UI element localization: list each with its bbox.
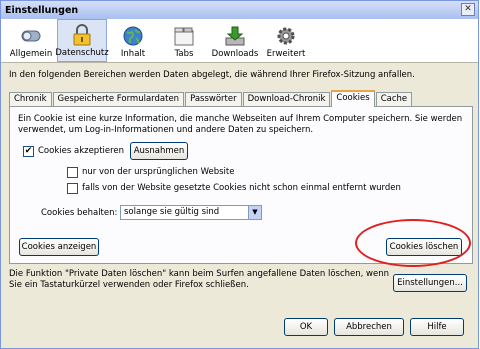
toolbar-label: Inhalt	[120, 49, 146, 59]
toolbar-item-inhalt[interactable]: Inhalt	[108, 19, 158, 62]
tab-passwoerter[interactable]: Passwörter	[185, 92, 242, 107]
private-data-settings-button[interactable]: Einstellungen...	[393, 274, 467, 292]
private-data-text: Die Funktion "Private Daten löschen" kan…	[9, 269, 390, 290]
help-button[interactable]: Hilfe	[410, 318, 464, 336]
unless-removed-checkbox[interactable]	[67, 183, 78, 194]
toolbar-label: Downloads	[211, 49, 259, 59]
keep-cookies-select[interactable]: solange sie gültig sind ▼	[120, 205, 262, 220]
toolbar-item-erweitert[interactable]: Erweitert	[261, 19, 311, 62]
keep-cookies-label: Cookies behalten:	[41, 208, 118, 218]
globe-icon	[123, 26, 143, 46]
tab-formulardaten[interactable]: Gespeicherte Formulardaten	[52, 92, 185, 107]
chevron-down-icon[interactable]: ▼	[248, 206, 261, 219]
show-cookies-button[interactable]: Cookies anzeigen	[19, 238, 99, 256]
toolbar-label: Tabs	[174, 49, 194, 59]
toolbar-item-datenschutz[interactable]: Datenschutz	[55, 19, 109, 62]
highlight-annotation-ring	[355, 219, 471, 267]
preferences-window: Einstellungen ✕ Allgemein Datenschutz In…	[0, 0, 479, 349]
cookies-description: Ein Cookie ist eine kurze Information, d…	[18, 114, 463, 135]
gear-icon	[277, 27, 295, 45]
padlock-icon	[73, 24, 91, 46]
origin-only-checkbox[interactable]	[67, 167, 78, 178]
tab-download-chronik[interactable]: Download-Chronik	[242, 92, 331, 107]
tab-cache[interactable]: Cache	[375, 92, 413, 107]
tab-cookies[interactable]: Cookies	[331, 90, 375, 107]
tabs-icon	[174, 27, 194, 46]
tab-strip: Chronik Gespeicherte Formulardaten Passw…	[9, 90, 413, 107]
toolbar-label: Datenschutz	[55, 48, 109, 58]
ok-button[interactable]: OK	[284, 318, 328, 336]
unless-removed-label: falls von der Website gesetzte Cookies n…	[82, 183, 401, 193]
toolbar-item-downloads[interactable]: Downloads	[210, 19, 260, 62]
keep-cookies-value: solange sie gültig sind	[124, 207, 220, 217]
exceptions-button[interactable]: Ausnahmen	[130, 142, 188, 160]
downloads-icon	[225, 26, 245, 46]
close-button[interactable]: ✕	[461, 3, 475, 16]
toolbar-label: Erweitert	[266, 49, 306, 59]
intro-text: In den folgenden Bereichen werden Daten …	[9, 70, 415, 80]
toggle-switch-icon	[21, 30, 41, 42]
accept-cookies-checkbox[interactable]: ✔	[23, 146, 34, 157]
toolbar-label: Allgemein	[9, 49, 53, 59]
preferences-toolbar: Allgemein Datenschutz Inhalt Tabs Downlo…	[1, 19, 478, 63]
toolbar-item-allgemein[interactable]: Allgemein	[6, 19, 56, 62]
toolbar-item-tabs[interactable]: Tabs	[159, 19, 209, 62]
accept-cookies-label: Cookies akzeptieren	[38, 146, 125, 156]
cancel-button[interactable]: Abbrechen	[334, 318, 404, 336]
window-title: Einstellungen	[5, 4, 79, 16]
title-bar: Einstellungen ✕	[1, 1, 478, 19]
origin-only-label: nur von der ursprünglichen Website	[82, 167, 235, 177]
tab-chronik[interactable]: Chronik	[9, 92, 52, 107]
